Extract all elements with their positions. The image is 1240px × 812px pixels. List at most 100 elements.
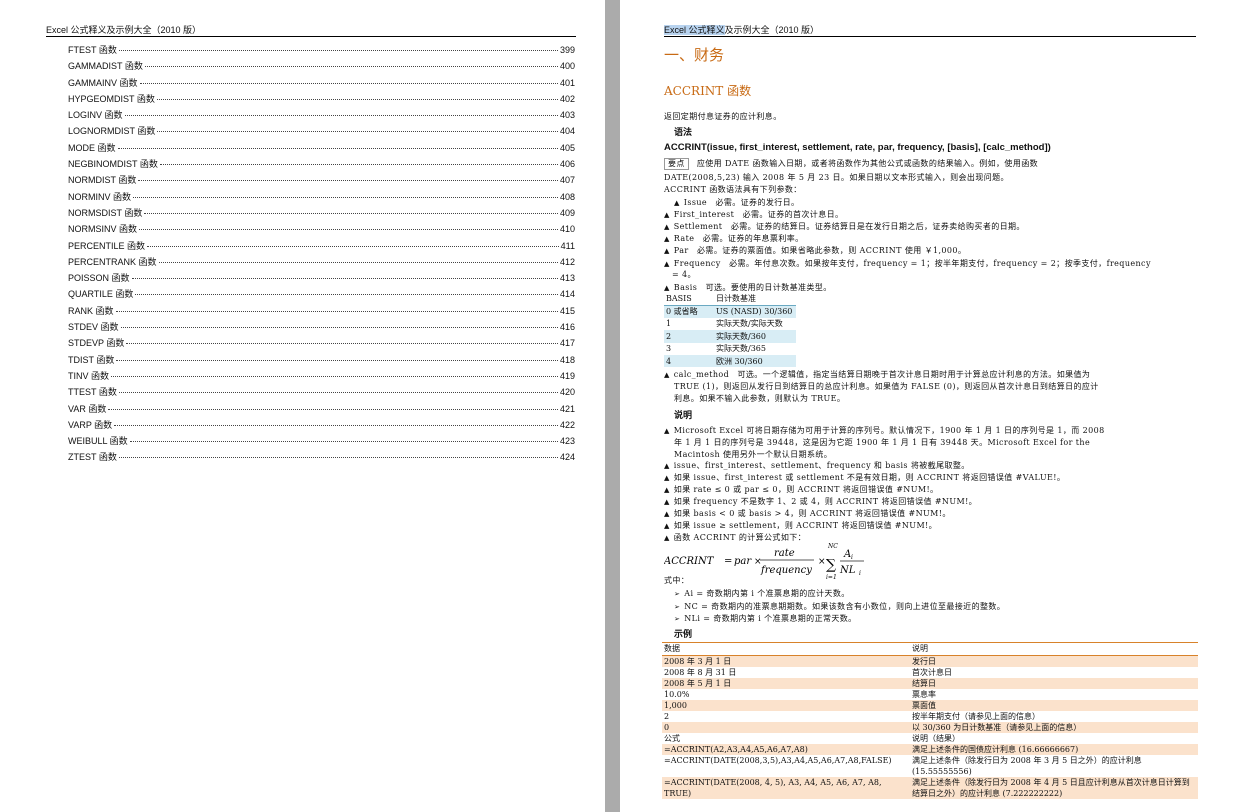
basis-table: BASIS 日计数基准 0 或省略 US (NASD) 30/360 1 实际天数/实际天… — [664, 293, 796, 368]
triangle-bullet-icon: ▲ — [664, 510, 670, 518]
toc-page-number: 417 — [559, 338, 575, 349]
toc-page-number: 404 — [559, 126, 575, 137]
example-heading: 示例 — [674, 629, 693, 639]
param-item: ▲ Settlement 必需。证券的结算日。证券结算日是在发行日期之后，证券卖给… — [664, 221, 1196, 233]
example-cell: 2008 年 5 月 1 日 — [662, 678, 910, 689]
toc-leader-dots — [138, 180, 558, 182]
toc-entry-name: NORMDIST 函数 — [68, 175, 137, 186]
toc-entry[interactable]: PERCENTILE 函数 411 — [68, 239, 575, 255]
where-item: ➢ Ai = 奇数期内第 i 个准票息期的应计天数。 — [674, 588, 1206, 600]
basis-cell: 实际天数/实际天数 — [716, 319, 783, 329]
arrow-bullet-icon: ➢ — [674, 602, 681, 611]
table-row: =ACCRINT(A2,A3,A4,A5,A6,A7,A8) 满足上述条件的国债应… — [662, 744, 1198, 755]
table-row: 2 按半年期支付（请参见上面的信息） — [662, 711, 1198, 722]
basis-cell: 实际天数/365 — [716, 344, 766, 354]
example-header-cell: 数据 — [662, 642, 910, 656]
toc-entry[interactable]: NORMINV 函数 408 — [68, 190, 575, 206]
param-item-text: Frequency 必需。年付息次数。如果按年支付，frequency = 1；… — [673, 259, 1151, 268]
toc-entry[interactable]: VARP 函数 422 — [68, 418, 575, 434]
running-header: Excel 公式释义及示例大全（2010 版） — [664, 23, 819, 36]
toc-entry[interactable]: TINV 函数 419 — [68, 369, 575, 385]
toc-leader-dots — [118, 457, 558, 459]
triangle-bullet-icon: ▲ — [664, 522, 670, 530]
toc-entry[interactable]: GAMMADIST 函数 400 — [68, 59, 575, 75]
triangle-bullet-icon: ▲ — [664, 486, 670, 494]
toc-entry[interactable]: NORMSDIST 函数 409 — [68, 206, 575, 222]
toc-entry-name: HYPGEOMDIST 函数 — [68, 93, 155, 104]
basis-header-cell: 日计数基准 — [714, 293, 796, 306]
example-cell: 2008 年 3 月 1 日 — [662, 655, 910, 667]
toc-entry[interactable]: LOGINV 函数 403 — [68, 108, 575, 124]
example-table-header: 数据 说明 — [662, 642, 1198, 656]
toc-page-number: 419 — [559, 370, 575, 381]
toc-entry[interactable]: STDEV 函数 416 — [68, 320, 575, 336]
toc-entry[interactable]: FTEST 函数 399 — [68, 43, 575, 59]
toc-leader-dots — [117, 147, 558, 149]
example-cell: 以 30/360 为日计数基准（请参见上面的信息） — [910, 722, 1198, 733]
toc-entry-name: TTEST 函数 — [68, 387, 117, 398]
toc-page-number: 416 — [559, 322, 575, 333]
toc-entry-name: GAMMADIST 函数 — [68, 61, 143, 72]
table-row: 10.0% 票息率 — [662, 689, 1198, 700]
toc-entry[interactable]: NEGBINOMDIST 函数 406 — [68, 157, 575, 173]
toc-entry[interactable]: RANK 函数 415 — [68, 304, 575, 320]
toc-entry-name: PERCENTILE 函数 — [68, 240, 146, 251]
remark-line: ▲ Microsoft Excel 可将日期存储为可用于计算的序列号。默认情况下，… — [664, 425, 1196, 437]
toc-entry[interactable]: PERCENTRANK 函数 412 — [68, 255, 575, 271]
toc-entry[interactable]: MODE 函数 405 — [68, 141, 575, 157]
basis-cell: 2 — [664, 330, 714, 343]
toc-entry[interactable]: NORMDIST 函数 407 — [68, 173, 575, 189]
toc-leader-dots — [118, 392, 558, 394]
example-cell: =ACCRINT(A2,A3,A4,A5,A6,A7,A8) — [662, 744, 910, 755]
svg-text:=: = — [724, 556, 732, 567]
toc-entry[interactable]: HYPGEOMDIST 函数 402 — [68, 92, 575, 108]
toc-entry[interactable]: ZTEST 函数 424 — [68, 450, 575, 466]
example-cell: 2008 年 8 月 31 日 — [664, 668, 737, 677]
basis-cell: 实际天数/360 — [714, 330, 796, 343]
basis-cell: 1 — [666, 319, 672, 329]
toc-page-number: 405 — [559, 142, 575, 153]
toc-page-number: 401 — [559, 77, 575, 88]
table-row: 3 实际天数/365 — [664, 343, 796, 355]
remark-line-text: Microsoft Excel 可将日期存储为可用于计算的序列号。默认情况下，1… — [673, 426, 1105, 435]
triangle-bullet-icon: ▲ — [664, 223, 670, 231]
toc-entry-name: LOGINV 函数 — [68, 110, 123, 121]
triangle-bullet-icon: ▲ — [664, 462, 670, 470]
toc-entry-name: TDIST 函数 — [68, 354, 115, 365]
toc-entry[interactable]: QUARTILE 函数 414 — [68, 287, 575, 303]
toc-entry[interactable]: GAMMAINV 函数 401 — [68, 76, 575, 92]
running-header: Excel 公式释义及示例大全（2010 版） — [46, 25, 202, 35]
toc-entry-name: MODE 函数 — [68, 142, 116, 153]
toc-entry-name: STDEV 函数 — [68, 322, 119, 333]
toc-leader-dots — [120, 327, 558, 329]
table-row: 0 或省略 US (NASD) 30/360 — [664, 305, 796, 318]
selected-text[interactable]: Excel 公式释义 — [664, 25, 725, 35]
toc-leader-dots — [144, 212, 558, 214]
syntax-line: ACCRINT(issue, first_interest, settlemen… — [664, 142, 1051, 153]
toc-entry[interactable]: POISSON 函数 413 — [68, 271, 575, 287]
toc-page-number: 424 — [559, 452, 575, 463]
remark-item-text: issue、first_interest、settlement、frequenc… — [673, 461, 970, 470]
toc-entry[interactable]: NORMSINV 函数 410 — [68, 222, 575, 238]
toc-entry[interactable]: VAR 函数 421 — [68, 402, 575, 418]
toc-leader-dots — [111, 375, 558, 377]
toc-entry[interactable]: TDIST 函数 418 — [68, 353, 575, 369]
example-header-cell: 说明 — [910, 642, 1198, 656]
where-item-text: Ai = 奇数期内第 i 个准票息期的应计天数。 — [684, 589, 850, 598]
toc-leader-dots — [147, 245, 559, 247]
toc-entry[interactable]: LOGNORMDIST 函数 404 — [68, 124, 575, 140]
toc-entry-name: NORMSINV 函数 — [68, 224, 138, 235]
where-label: 式中： — [664, 576, 690, 585]
example-cell: 票面值 — [910, 700, 1198, 711]
toc-entry[interactable]: WEIBULL 函数 423 — [68, 434, 575, 450]
toc-entry[interactable]: TTEST 函数 420 — [68, 385, 575, 401]
param-item: ▲ First_interest 必需。证券的首次计息日。 — [664, 209, 1196, 221]
where-item: ➢ NC = 奇数期内的准票息期期数。如果该数含有小数位，则向上进位至最接近的整数… — [674, 601, 1206, 613]
toc-entry[interactable]: STDEVP 函数 417 — [68, 336, 575, 352]
toc-leader-dots — [144, 66, 558, 68]
remark-item: ▲ 如果 basis < 0 或 basis > 4，则 ACCRINT 将返回错… — [664, 508, 1196, 520]
toc-entry-name: NORMINV 函数 — [68, 191, 132, 202]
running-header-text: 及示例大全（2010 版） — [724, 25, 820, 35]
example-cell: 说明（结果） — [912, 734, 960, 743]
example-cell: 0 — [662, 722, 910, 733]
